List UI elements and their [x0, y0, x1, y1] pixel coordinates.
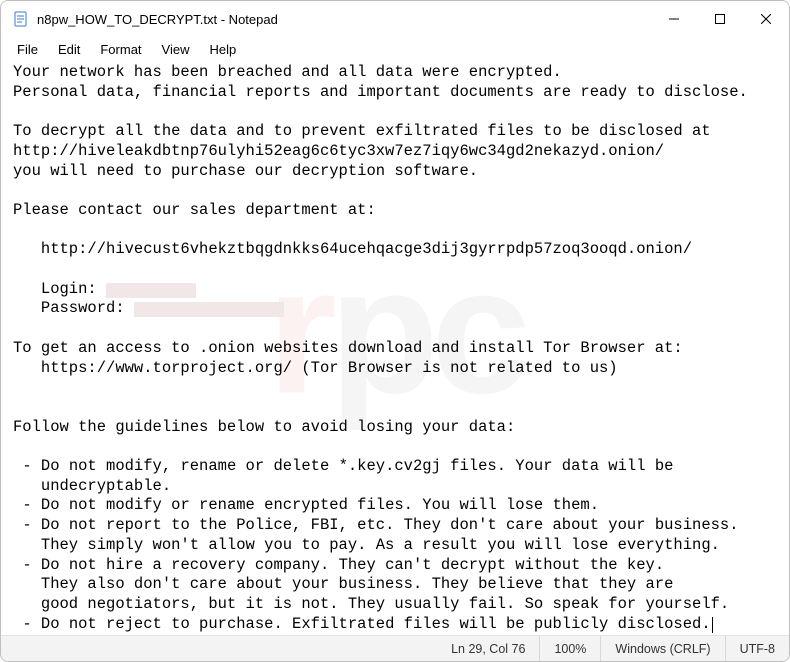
status-encoding: UTF-8 [725, 636, 789, 661]
status-zoom: 100% [539, 636, 600, 661]
text-line: They also don't care about your business… [13, 575, 683, 593]
menu-file[interactable]: File [7, 40, 48, 59]
minimize-button[interactable] [651, 1, 697, 37]
text-caret [712, 617, 713, 633]
text-line: undecryptable. [13, 477, 171, 495]
text-line: good negotiators, but it is not. They us… [13, 595, 729, 613]
text-line: - Do not hire a recovery company. They c… [13, 556, 683, 574]
text-line: - Do not modify or rename encrypted file… [13, 496, 599, 514]
status-eol: Windows (CRLF) [600, 636, 724, 661]
text-line: To get an access to .onion websites down… [13, 339, 683, 357]
text-line: http://hivecust6vhekztbqgdnkks64ucehqacg… [13, 240, 692, 258]
window-title: n8pw_HOW_TO_DECRYPT.txt - Notepad [37, 12, 278, 27]
close-button[interactable] [743, 1, 789, 37]
text-editor[interactable]: Your network has been breached and all d… [1, 61, 789, 635]
notepad-icon [13, 11, 29, 27]
maximize-button[interactable] [697, 1, 743, 37]
text-line: They simply won't allow you to pay. As a… [13, 536, 720, 554]
text-line: Login: [13, 280, 106, 298]
menu-format[interactable]: Format [90, 40, 151, 59]
redacted-password [134, 302, 284, 317]
titlebar[interactable]: n8pw_HOW_TO_DECRYPT.txt - Notepad [1, 1, 789, 37]
menu-view[interactable]: View [152, 40, 200, 59]
menubar: File Edit Format View Help [1, 37, 789, 61]
text-line: https://www.torproject.org/ (Tor Browser… [13, 359, 618, 377]
notepad-window: rpc n8pw_HOW_TO_DECRYPT.txt - Notepad Fi… [0, 0, 790, 662]
text-line: - Do not report to the Police, FBI, etc.… [13, 516, 739, 534]
menu-edit[interactable]: Edit [48, 40, 90, 59]
redacted-login [106, 283, 196, 298]
statusbar: Ln 29, Col 76 100% Windows (CRLF) UTF-8 [1, 635, 789, 661]
text-line: To decrypt all the data and to prevent e… [13, 122, 720, 140]
status-position: Ln 29, Col 76 [437, 636, 539, 661]
text-line: - Do not modify, rename or delete *.key.… [13, 457, 683, 475]
text-line: Password: [13, 299, 134, 317]
text-line: Please contact our sales department at: [13, 201, 376, 219]
text-line: Follow the guidelines below to avoid los… [13, 418, 515, 436]
text-line: you will need to purchase our decryption… [13, 162, 478, 180]
text-line: - Do not reject to purchase. Exfiltrated… [13, 615, 711, 633]
text-line: http://hiveleakdbtnp76ulyhi52eag6c6tyc3x… [13, 142, 664, 160]
text-line: Your network has been breached and all d… [13, 63, 562, 81]
menu-help[interactable]: Help [199, 40, 246, 59]
text-line: Personal data, financial reports and imp… [13, 83, 748, 101]
